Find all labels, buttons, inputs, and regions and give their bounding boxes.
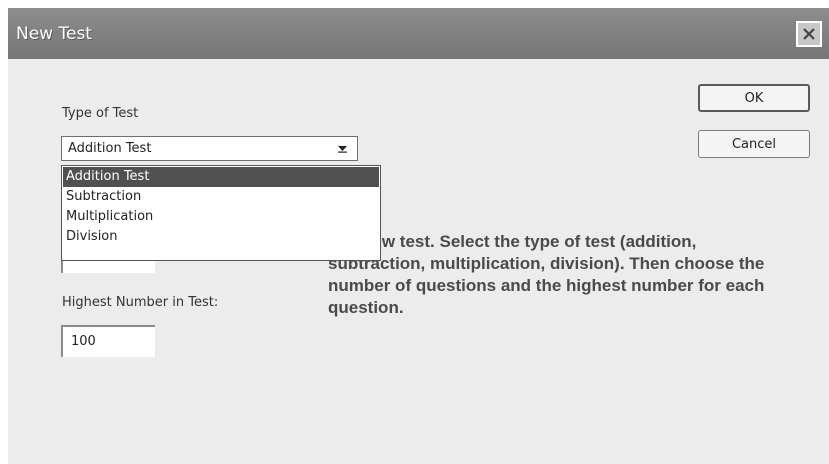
cancel-button[interactable]: Cancel: [698, 130, 810, 158]
dropdown-toggle[interactable]: [334, 140, 351, 157]
highest-number-value: 100: [71, 334, 96, 349]
title-bar[interactable]: New Test: [8, 8, 829, 59]
type-of-test-label: Type of Test: [62, 106, 139, 121]
type-of-test-select[interactable]: Addition Test: [61, 136, 358, 161]
highest-number-field[interactable]: 100: [61, 325, 155, 357]
dropdown-option-subtraction[interactable]: Subtraction: [63, 187, 379, 207]
dialog-body: Type of Test Addition Test Addition Test…: [8, 59, 829, 464]
chevron-down-icon: [338, 145, 347, 153]
window-title: New Test: [16, 24, 92, 44]
highest-number-label: Highest Number in Test:: [62, 295, 219, 310]
close-button[interactable]: [796, 21, 822, 47]
close-icon: [803, 28, 815, 40]
dropdown-option-addition-test[interactable]: Addition Test: [63, 167, 379, 187]
ok-button[interactable]: OK: [698, 84, 810, 112]
new-test-dialog: New Test Type of Test Addition Test Addi…: [8, 8, 829, 464]
dropdown-option-multiplication[interactable]: Multiplication: [63, 207, 379, 227]
instructions-text: te a new test. Select the type of test (…: [328, 232, 765, 317]
type-of-test-selected-value: Addition Test: [68, 141, 152, 156]
type-of-test-dropdown-list: Addition Test Subtraction Multiplication…: [61, 165, 381, 261]
dropdown-option-division[interactable]: Division: [63, 227, 379, 247]
